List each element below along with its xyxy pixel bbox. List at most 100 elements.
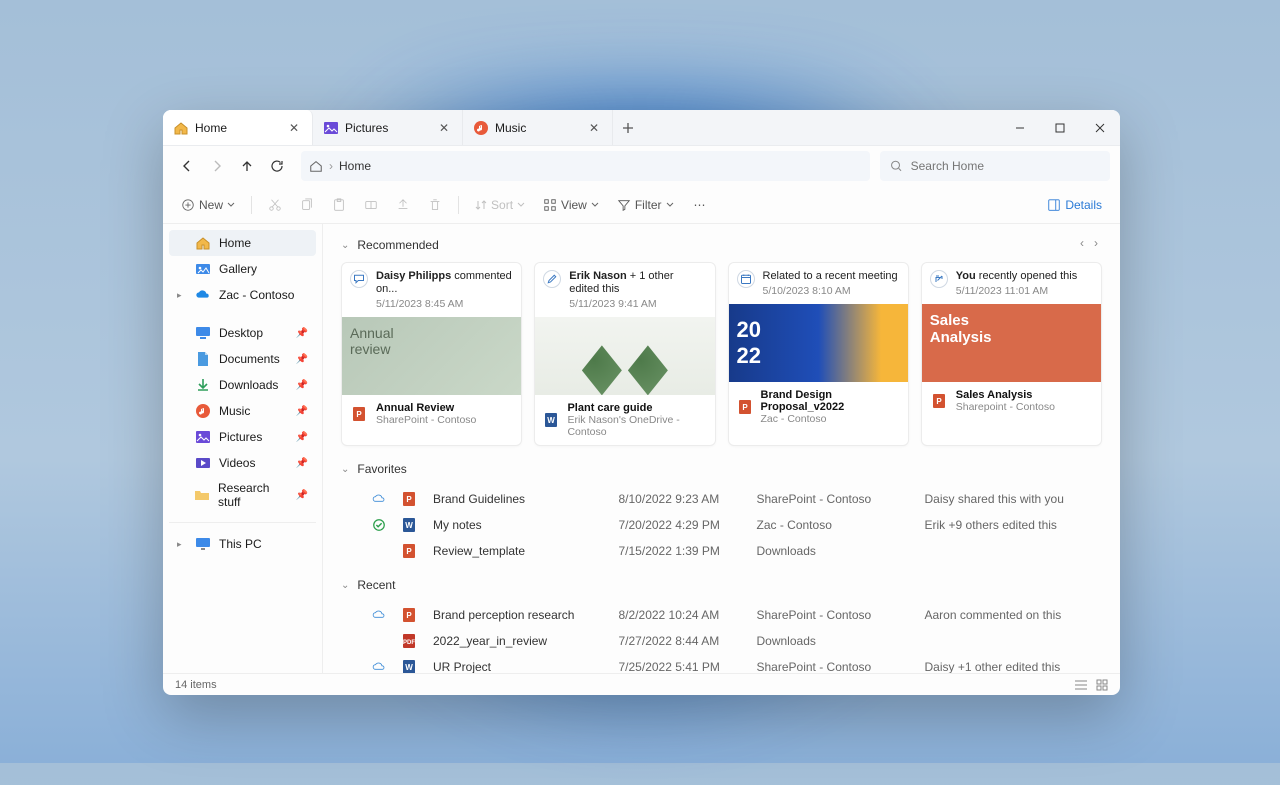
forward-button[interactable] [203,152,231,180]
copy-button[interactable] [294,194,320,216]
search-box[interactable] [880,151,1110,181]
filter-button[interactable]: Filter [611,194,680,216]
new-tab-button[interactable] [613,122,643,134]
sidebar-item-desktop[interactable]: Desktop📌 [169,320,316,346]
sidebar-item-music[interactable]: Music📌 [169,398,316,424]
svg-text:P: P [742,403,748,412]
svg-text:PDF: PDF [403,640,415,646]
details-pane-button[interactable]: Details [1041,194,1108,216]
pictures-icon [323,120,339,136]
sidebar-item-pictures[interactable]: Pictures📌 [169,424,316,450]
home-icon [173,120,189,136]
edit-icon [543,270,561,288]
tab-pictures[interactable]: Pictures ✕ [313,110,463,145]
search-input[interactable] [911,159,1100,173]
card-location: SharePoint - Contoso [376,414,476,426]
sidebar-item-downloads[interactable]: Downloads📌 [169,372,316,398]
videos-icon [195,455,211,471]
card-activity: Daisy Philipps commented on... [376,270,513,296]
rename-button[interactable] [358,194,384,216]
new-button[interactable]: New [175,194,241,216]
sidebar-label: Videos [219,456,255,470]
view-button[interactable]: View [537,194,605,216]
delete-button[interactable] [422,194,448,216]
recommended-card[interactable]: Related to a recent meeting 5/10/2023 8:… [728,262,909,446]
svg-text:P: P [356,410,362,419]
sidebar-item-zac-contoso[interactable]: ▸ Zac - Contoso [169,282,316,308]
tab-label: Pictures [345,121,430,135]
file-row[interactable]: P Brand perception research 8/2/2022 10:… [341,602,1102,628]
card-thumbnail: 2022 [729,304,908,382]
file-activity: Erik +9 others edited this [925,518,1103,532]
file-date: 7/15/2022 1:39 PM [619,544,749,558]
content-area: ⌄ Recommended ‹ › Daisy Philipps comment… [323,224,1120,673]
status-bar: 14 items [163,673,1120,695]
carousel-prev-button[interactable]: ‹ [1080,236,1084,250]
file-row[interactable]: P Brand Guidelines 8/10/2022 9:23 AM Sha… [341,486,1102,512]
card-timestamp: 5/11/2023 9:41 AM [569,298,706,310]
tab-label: Home [195,121,280,135]
pdf-icon: PDF [401,633,417,649]
paste-button[interactable] [326,194,352,216]
carousel-next-button[interactable]: › [1094,236,1098,250]
sidebar-item-documents[interactable]: Documents📌 [169,346,316,372]
close-window-button[interactable] [1080,110,1120,146]
file-explorer-window: Home ✕ Pictures ✕ Music ✕ › Home [163,110,1120,695]
section-favorites[interactable]: ⌄ Favorites [341,462,1102,476]
sidebar-item-this-pc[interactable]: ▸This PC [169,531,316,557]
card-timestamp: 5/11/2023 11:01 AM [956,285,1077,297]
more-button[interactable]: ⋯ [686,194,714,216]
close-tab-button[interactable]: ✕ [586,121,602,135]
up-button[interactable] [233,152,261,180]
ppt-icon: P [930,392,948,410]
close-tab-button[interactable]: ✕ [286,121,302,135]
item-count: 14 items [175,679,217,691]
file-location: Downloads [757,634,917,648]
sidebar-item-videos[interactable]: Videos📌 [169,450,316,476]
back-button[interactable] [173,152,201,180]
chevron-right-icon: ▸ [177,290,187,301]
section-recent[interactable]: ⌄ Recent [341,578,1102,592]
sidebar-label: Music [219,404,250,418]
card-timestamp: 5/10/2023 8:10 AM [763,285,898,297]
refresh-button[interactable] [263,152,291,180]
svg-text:W: W [405,663,413,672]
details-view-icon[interactable] [1074,679,1088,691]
cut-button[interactable] [262,194,288,216]
pin-icon: 📌 [296,380,308,391]
file-name: 2022_year_in_review [433,634,611,648]
section-recommended[interactable]: ⌄ Recommended [341,238,1102,252]
card-filename: Plant care guide [567,402,706,414]
tab-music[interactable]: Music ✕ [463,110,613,145]
file-row[interactable]: W UR Project 7/25/2022 5:41 PM SharePoin… [341,654,1102,673]
file-name: My notes [433,518,611,532]
comment-icon [350,270,368,288]
maximize-button[interactable] [1040,110,1080,146]
file-location: Downloads [757,544,917,558]
address-bar[interactable]: › Home [301,151,870,181]
share-button[interactable] [390,194,416,216]
sidebar-item-home[interactable]: Home [169,230,316,256]
large-icons-view-icon[interactable] [1096,679,1108,691]
blank-icon [371,633,387,649]
word-icon: W [543,411,559,429]
tab-home[interactable]: Home ✕ [163,110,313,145]
file-date: 8/2/2022 10:24 AM [619,608,749,622]
file-row[interactable]: W My notes 7/20/2022 4:29 PM Zac - Conto… [341,512,1102,538]
recommended-card[interactable]: Erik Nason + 1 other edited this 5/11/20… [534,262,715,446]
pin-icon: 📌 [296,490,308,501]
sidebar-label: Zac - Contoso [219,288,294,302]
recommended-card[interactable]: You recently opened this 5/11/2023 11:01… [921,262,1102,446]
file-row[interactable]: PDF 2022_year_in_review 7/27/2022 8:44 A… [341,628,1102,654]
navigation-bar: › Home [163,146,1120,186]
minimize-button[interactable] [1000,110,1040,146]
sidebar-item-gallery[interactable]: Gallery [169,256,316,282]
recommended-card[interactable]: Daisy Philipps commented on... 5/11/2023… [341,262,522,446]
sidebar-item-research-stuff[interactable]: Research stuff📌 [169,476,316,514]
ppt-icon: P [401,607,417,623]
close-tab-button[interactable]: ✕ [436,121,452,135]
file-location: SharePoint - Contoso [757,608,917,622]
sort-button[interactable]: Sort [469,194,531,216]
file-row[interactable]: P Review_template 7/15/2022 1:39 PM Down… [341,538,1102,564]
word-icon: W [401,659,417,673]
